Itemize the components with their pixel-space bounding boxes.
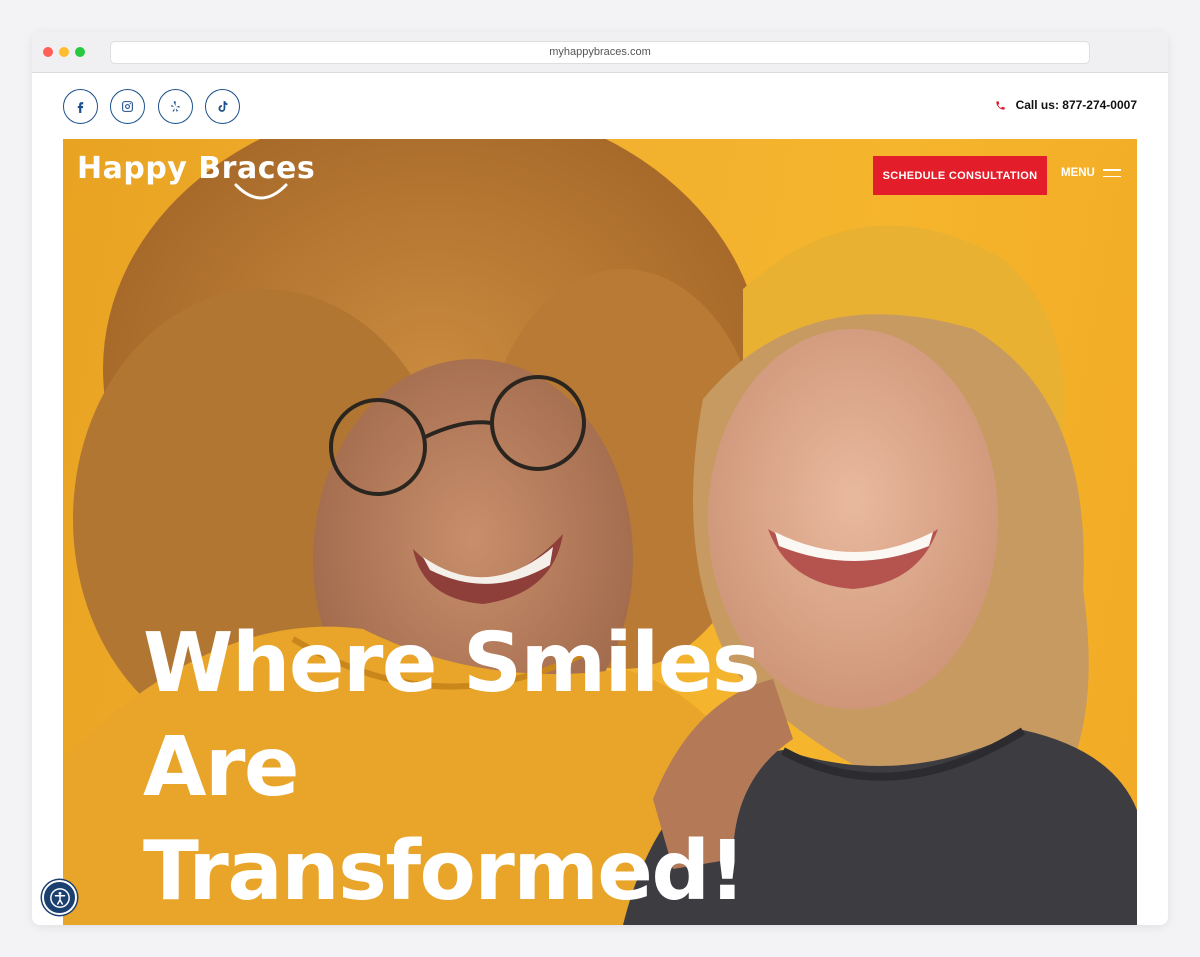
browser-window: myhappybraces.com Call us: 877-274-0007 bbox=[32, 32, 1168, 925]
headline-line-1: Where Smiles bbox=[143, 616, 761, 711]
schedule-consultation-button[interactable]: SCHEDULE CONSULTATION bbox=[873, 156, 1047, 195]
accessibility-icon bbox=[49, 887, 70, 908]
address-bar[interactable]: myhappybraces.com bbox=[110, 41, 1090, 64]
minimize-window-button[interactable] bbox=[59, 47, 69, 57]
facebook-icon bbox=[77, 102, 84, 113]
menu-button[interactable]: MENU bbox=[1061, 167, 1121, 179]
tiktok-link[interactable] bbox=[205, 89, 240, 124]
phone-icon bbox=[995, 100, 1005, 110]
menu-label: MENU bbox=[1061, 167, 1095, 179]
facebook-link[interactable] bbox=[63, 89, 98, 124]
instagram-link[interactable] bbox=[110, 89, 145, 124]
hamburger-icon bbox=[1102, 169, 1121, 177]
browser-toolbar: myhappybraces.com bbox=[32, 32, 1168, 73]
hero-banner: Happy Braces SCHEDULE CONSULTATION MENU … bbox=[63, 139, 1137, 925]
maximize-window-button[interactable] bbox=[75, 47, 85, 57]
yelp-icon bbox=[171, 101, 180, 112]
call-us-text: Call us: 877-274-0007 bbox=[1015, 98, 1137, 112]
call-us[interactable]: Call us: 877-274-0007 bbox=[995, 98, 1137, 112]
instagram-icon bbox=[122, 101, 133, 112]
accessibility-button[interactable] bbox=[42, 880, 77, 915]
headline-line-2: Are bbox=[143, 720, 300, 815]
close-window-button[interactable] bbox=[43, 47, 53, 57]
headline-line-3: Transformed! bbox=[143, 824, 746, 919]
yelp-link[interactable] bbox=[158, 89, 193, 124]
logo-smile-icon bbox=[234, 183, 288, 200]
tiktok-icon bbox=[218, 101, 228, 112]
hero-headline: Where Smiles Are Transformed! bbox=[143, 612, 903, 924]
